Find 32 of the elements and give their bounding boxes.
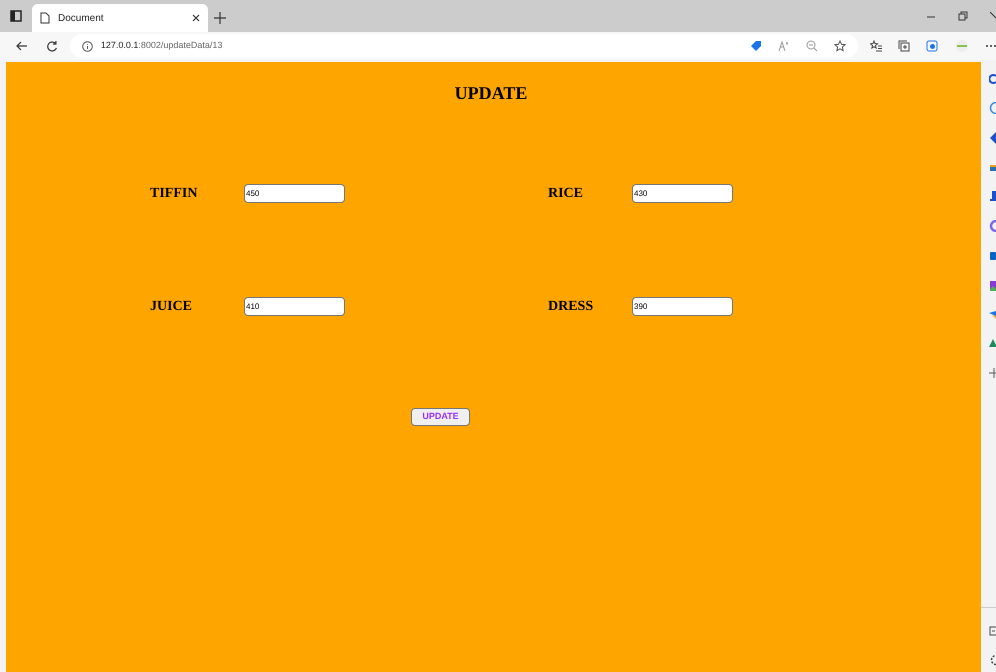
favorite-icon[interactable] — [834, 40, 846, 52]
back-icon[interactable] — [16, 40, 28, 52]
collections-icon[interactable] — [898, 40, 910, 52]
input-field[interactable]: 390 — [632, 297, 733, 316]
field-label: TIFFIN — [150, 185, 198, 203]
favorites-icon[interactable] — [870, 40, 882, 52]
page-heading: UPDATE — [454, 82, 528, 105]
new-tab-icon[interactable] — [214, 12, 226, 24]
tab-title: Document — [58, 12, 105, 26]
tab-actions-icon[interactable] — [10, 10, 22, 22]
zoom-out-icon[interactable] — [806, 40, 818, 52]
field-label: RICE — [548, 185, 584, 203]
tag-icon[interactable] — [750, 40, 762, 52]
url-text: 127.0.0.1:8002/updateData/13 — [100, 39, 224, 52]
add-icon[interactable] — [989, 368, 996, 378]
info-icon — [82, 40, 93, 52]
input-field[interactable]: 450 — [244, 184, 345, 203]
address-bar[interactable]: 127.0.0.1:8002/updateData/13 — [70, 34, 858, 58]
restore-icon[interactable] — [958, 11, 968, 21]
sidebar-toggle-icon[interactable] — [989, 626, 996, 636]
field-label: DRESS — [548, 298, 594, 316]
document-icon — [40, 12, 50, 24]
field-label: JUICE — [150, 298, 194, 316]
browser-tab[interactable]: Document — [32, 4, 208, 32]
reload-icon[interactable] — [46, 40, 58, 52]
diamond-icon[interactable] — [989, 132, 996, 144]
close-icon[interactable] — [192, 14, 200, 22]
input-field[interactable]: 410 — [244, 297, 345, 316]
read-aloud-icon[interactable] — [778, 40, 790, 52]
update-button[interactable]: UPDATE — [411, 408, 470, 426]
input-field[interactable]: 430 — [632, 184, 733, 203]
more-icon[interactable] — [986, 44, 996, 48]
